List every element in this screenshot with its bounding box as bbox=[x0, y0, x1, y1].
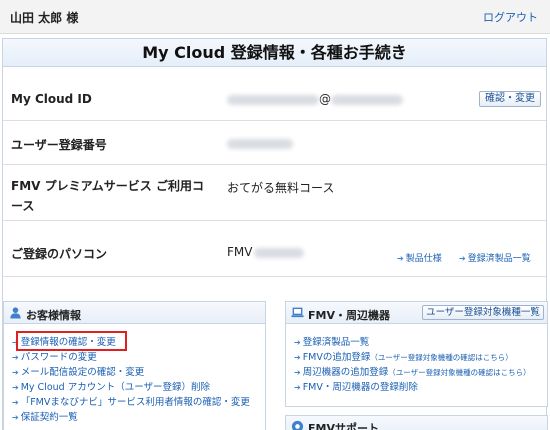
top-bar: 山田 太郎 様 ログアウト bbox=[0, 0, 550, 34]
registered-products-list-link[interactable]: ➔ 登録済製品一覧 bbox=[294, 334, 531, 349]
fmv-support-title: FMVサポート bbox=[308, 422, 379, 430]
fmv-peripherals-section: FMV・周辺機器 ユーザー登録対象機種一覧 ➔ 登録済製品一覧 ➔ FMVの追加登録… bbox=[285, 301, 548, 407]
row-label-premium-line2: ース bbox=[11, 199, 35, 213]
id-at-sign: @ bbox=[319, 92, 331, 106]
masked-number bbox=[227, 138, 293, 149]
row-label-mycloud-id: My Cloud ID bbox=[11, 92, 92, 106]
arrow-icon: ➔ bbox=[294, 353, 301, 362]
arrow-icon: ➔ bbox=[294, 383, 301, 392]
registered-products-link[interactable]: ➔ 登録済製品一覧 bbox=[459, 251, 531, 264]
arrow-icon: ➔ bbox=[12, 383, 19, 392]
user-name: 山田 太郎 様 bbox=[10, 11, 79, 25]
row-premium-service: FMV プレミアムサービス ご利用コ ース おてがる無料コース bbox=[3, 165, 546, 221]
person-icon bbox=[10, 307, 21, 319]
eligible-models-button[interactable]: ユーザー登録対象機種一覧 bbox=[422, 305, 544, 320]
fmv-peripherals-header: FMV・周辺機器 ユーザー登録対象機種一覧 bbox=[286, 302, 547, 324]
masked-id bbox=[227, 94, 319, 105]
arrow-icon: ➔ bbox=[397, 254, 404, 263]
row-label-registered-pc: ご登録のパソコン bbox=[11, 247, 108, 261]
product-spec-link[interactable]: ➔ 製品仕様 bbox=[397, 251, 442, 264]
confirm-change-button[interactable]: 確認・変更 bbox=[479, 91, 541, 107]
main-panel: My Cloud 登録情報・各種お手続き My Cloud ID @ 確認・変更… bbox=[2, 38, 548, 430]
row-label-premium-line1: FMV プレミアムサービス ご利用コ bbox=[11, 179, 204, 193]
premium-service-value: おてがる無料コース bbox=[227, 181, 335, 195]
arrow-icon: ➔ bbox=[12, 413, 19, 422]
delete-registration-link[interactable]: ➔ FMV・周辺機器の登録削除 bbox=[294, 379, 531, 394]
customer-info-header: お客様情報 bbox=[4, 302, 265, 324]
fmv-support-section: FMVサポート bbox=[285, 415, 548, 430]
arrow-icon: ➔ bbox=[12, 353, 19, 362]
customer-info-section: お客様情報 ➔ 登録情報の確認・変更 ➔ パスワードの変更 ➔ メール配信設定の確認・… bbox=[3, 301, 266, 430]
row-mycloud-id: My Cloud ID @ 確認・変更 bbox=[3, 79, 546, 121]
row-registered-pc: ご登録のパソコン FMV ➔ 製品仕様 ➔ 登録済製品一覧 bbox=[3, 221, 546, 277]
add-fmv-link[interactable]: ➔ FMVの追加登録（ユーザー登録対象機種の確認はこちら） bbox=[294, 349, 531, 364]
arrow-icon: ➔ bbox=[294, 368, 301, 377]
pc-model-prefix: FMV bbox=[227, 245, 253, 259]
arrow-icon: ➔ bbox=[12, 398, 19, 407]
arrow-icon: ➔ bbox=[12, 368, 19, 377]
mycloud-id-value: @ bbox=[227, 92, 403, 106]
masked-domain bbox=[331, 94, 403, 105]
delete-account-link[interactable]: ➔ My Cloud アカウント（ユーザー登録）削除 bbox=[12, 379, 250, 394]
arrow-icon: ➔ bbox=[459, 254, 466, 263]
fmv-peripherals-title: FMV・周辺機器 bbox=[308, 309, 390, 322]
row-label-registration-number: ユーザー登録番号 bbox=[11, 138, 107, 152]
fmv-links: ➔ 登録済製品一覧 ➔ FMVの追加登録（ユーザー登録対象機種の確認はこちら） ➔ 周… bbox=[294, 334, 531, 394]
warranty-list-link[interactable]: ➔ 保証契約一覧 bbox=[12, 409, 250, 424]
support-icon bbox=[291, 420, 304, 430]
manabi-navi-link[interactable]: ➔ 「FMVまなびナビ」サービス利用者情報の確認・変更 bbox=[12, 394, 250, 409]
highlight-box bbox=[16, 331, 127, 351]
page-title: My Cloud 登録情報・各種お手続き bbox=[3, 39, 546, 67]
add-peripheral-link[interactable]: ➔ 周辺機器の追加登録（ユーザー登録対象機種の確認はこちら） bbox=[294, 364, 531, 379]
fmv-support-header: FMVサポート bbox=[286, 416, 547, 430]
registered-pc-value: FMV bbox=[227, 245, 305, 259]
row-registration-number: ユーザー登録番号 bbox=[3, 121, 546, 165]
logout-link[interactable]: ログアウト bbox=[483, 9, 538, 25]
masked-model bbox=[254, 247, 305, 258]
mail-settings-link[interactable]: ➔ メール配信設定の確認・変更 bbox=[12, 364, 250, 379]
arrow-icon: ➔ bbox=[294, 338, 301, 347]
laptop-icon bbox=[291, 307, 304, 318]
change-password-link[interactable]: ➔ パスワードの変更 bbox=[12, 349, 250, 364]
registration-number-value bbox=[227, 136, 293, 150]
customer-info-title: お客様情報 bbox=[26, 309, 81, 322]
